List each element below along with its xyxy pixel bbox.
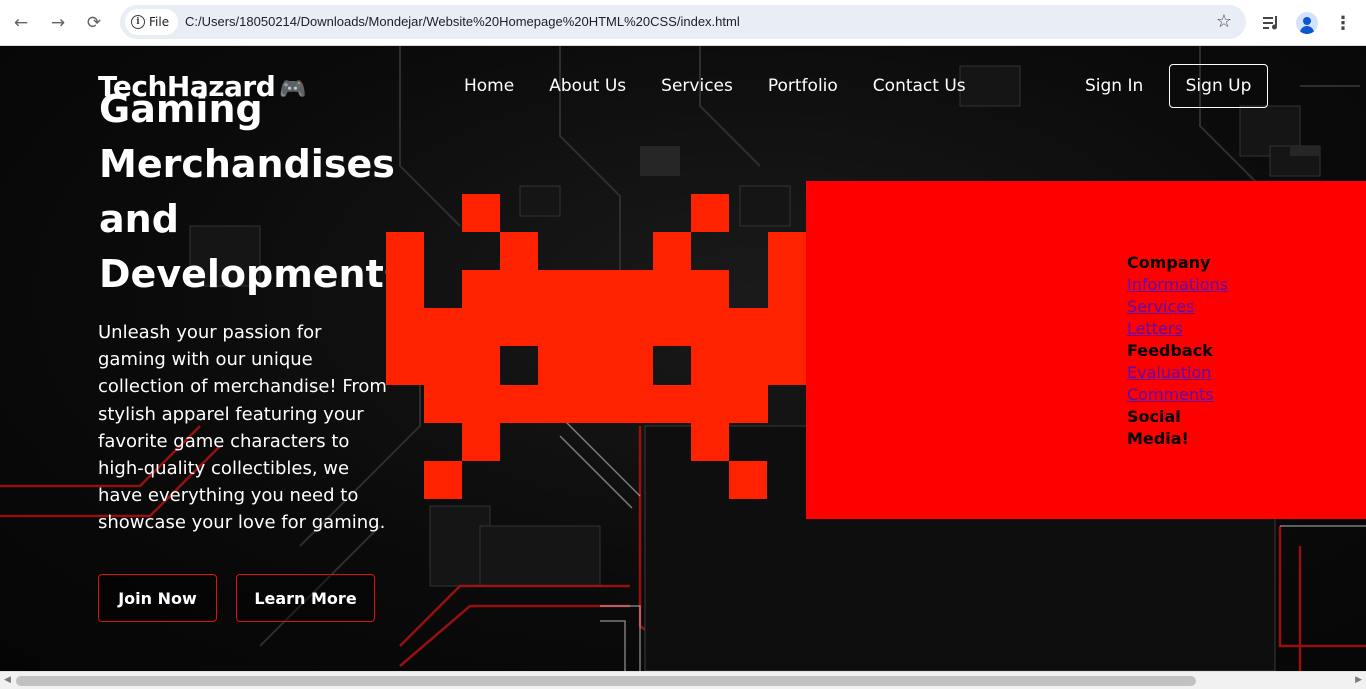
star-icon[interactable]: ☆ (1216, 11, 1232, 32)
site-info-chip[interactable]: i File (125, 9, 179, 35)
learn-more-button[interactable]: Learn More (236, 574, 375, 622)
space-invader-graphic (386, 194, 806, 504)
nav-home[interactable]: Home (464, 76, 514, 96)
url-text[interactable]: C:/Users/18050214/Downloads/Mondejar/Web… (185, 14, 740, 29)
chip-label: File (149, 15, 170, 29)
kebab-icon[interactable]: ⋮ (1330, 10, 1356, 36)
hero-title-line: Gaming (99, 87, 263, 131)
sign-in-link[interactable]: Sign In (1085, 76, 1143, 96)
menu-heading-company: Company (1127, 253, 1211, 272)
address-bar[interactable]: i File C:/Users/18050214/Downloads/Monde… (120, 5, 1246, 39)
hero-title-line: and (99, 197, 179, 241)
nav-contact-us[interactable]: Contact Us (873, 76, 966, 96)
profile-icon[interactable] (1294, 10, 1320, 36)
scroll-left-icon[interactable]: ◀ (4, 675, 11, 685)
scroll-right-icon[interactable]: ▶ (1355, 675, 1362, 685)
footer-link-menu: Company Informations Services Letters Fe… (1127, 252, 1228, 450)
scrollbar-thumb[interactable] (16, 676, 1196, 686)
hero-description: Unleash your passion for gaming with our… (98, 322, 387, 534)
link-informations[interactable]: Informations (1127, 274, 1228, 296)
hero-title-line: Merchandises (99, 142, 395, 186)
page-viewport: TechHazard 🎮 Home About Us Services Portf… (0, 46, 1366, 671)
red-info-panel (806, 181, 1366, 519)
back-arrow-icon[interactable]: ← (9, 11, 33, 35)
browser-toolbar: ← → ⟳ i File C:/Users/18050214/Downloads… (0, 0, 1366, 46)
link-letters[interactable]: Letters (1127, 318, 1228, 340)
forward-arrow-icon[interactable]: → (46, 11, 70, 35)
info-icon: i (131, 15, 145, 29)
reload-icon[interactable]: ⟳ (82, 11, 106, 35)
hero-title: Gaming Merchandises and Developments (99, 82, 407, 302)
sign-up-button[interactable]: Sign Up (1169, 64, 1268, 108)
nav-services[interactable]: Services (661, 76, 733, 96)
link-evaluation[interactable]: Evaluation (1127, 362, 1228, 384)
nav-about-us[interactable]: About Us (549, 76, 626, 96)
main-nav: Home About Us Services Portfolio Contact… (464, 76, 966, 96)
link-services[interactable]: Services (1127, 296, 1228, 318)
join-now-button[interactable]: Join Now (98, 574, 217, 622)
horizontal-scrollbar[interactable]: ◀ ▶ (0, 671, 1366, 689)
menu-heading-feedback: Feedback (1127, 341, 1213, 360)
hero-title-line: Developments (99, 252, 407, 296)
link-comments[interactable]: Comments (1127, 384, 1228, 406)
media-icon[interactable] (1258, 10, 1284, 36)
nav-portfolio[interactable]: Portfolio (768, 76, 838, 96)
menu-heading-media: Media! (1127, 429, 1189, 448)
menu-heading-social: Social (1127, 407, 1181, 426)
